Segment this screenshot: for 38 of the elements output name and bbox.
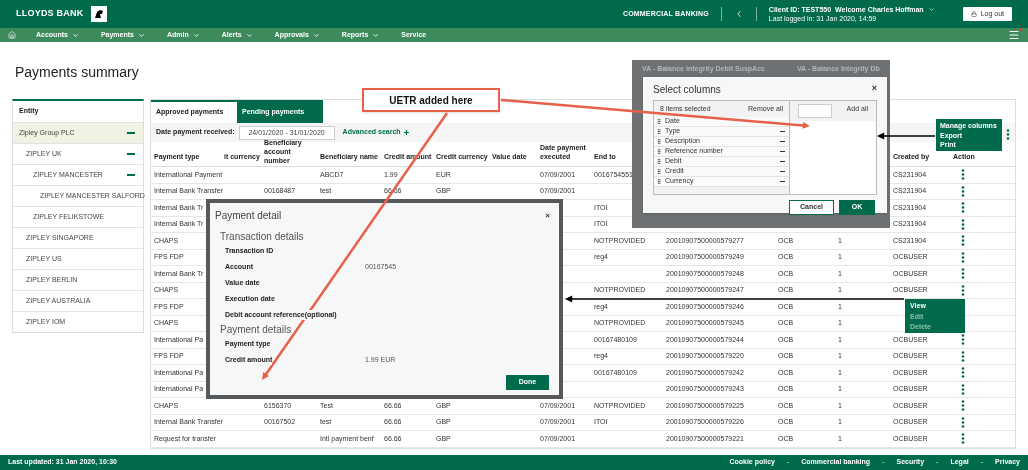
more-options-icon[interactable] bbox=[961, 383, 965, 395]
more-options-icon[interactable] bbox=[961, 251, 965, 263]
chevron-down-icon[interactable] bbox=[312, 31, 320, 39]
more-options-icon[interactable] bbox=[961, 185, 965, 197]
plus-icon bbox=[402, 129, 410, 136]
search-field[interactable] bbox=[798, 104, 832, 118]
chevron-down-icon[interactable] bbox=[138, 31, 145, 39]
more-options-icon[interactable] bbox=[961, 367, 965, 379]
dialog-title: Payment detail bbox=[215, 209, 282, 223]
brand-name: LLOYDS BANK bbox=[16, 7, 84, 21]
chevron-down-icon[interactable] bbox=[71, 31, 79, 39]
callout-text: UETR added here bbox=[389, 93, 473, 108]
pointer-arrow bbox=[877, 132, 936, 140]
more-options-icon[interactable] bbox=[961, 235, 965, 247]
more-options-icon[interactable] bbox=[961, 202, 965, 214]
more-options-icon[interactable] bbox=[961, 350, 965, 362]
more-options-icon[interactable] bbox=[961, 334, 965, 346]
section-heading: Payment details bbox=[220, 324, 293, 336]
chevron-down-icon[interactable] bbox=[245, 31, 253, 39]
section-heading: Transaction details bbox=[220, 231, 305, 243]
page-title: Payments summary bbox=[15, 62, 139, 82]
lock-icon bbox=[970, 11, 977, 17]
caret-icon[interactable] bbox=[927, 6, 935, 13]
close-button[interactable]: × bbox=[871, 82, 877, 96]
chevron-down-icon[interactable] bbox=[372, 31, 380, 39]
logo-icon bbox=[91, 6, 108, 22]
more-options-icon[interactable] bbox=[961, 284, 965, 296]
more-options-icon[interactable] bbox=[961, 400, 965, 412]
more-options-icon[interactable] bbox=[961, 433, 965, 445]
more-options-icon[interactable] bbox=[961, 218, 965, 230]
chevron-down-icon[interactable] bbox=[192, 31, 200, 39]
more-options-icon[interactable] bbox=[1006, 129, 1010, 140]
more-options-icon[interactable] bbox=[961, 268, 965, 280]
menu-icon[interactable] bbox=[1008, 29, 1020, 41]
close-button[interactable]: × bbox=[545, 209, 550, 222]
dialog-title: Select columns bbox=[653, 82, 721, 97]
more-options-icon[interactable] bbox=[961, 169, 965, 181]
more-options-icon[interactable] bbox=[961, 416, 965, 428]
